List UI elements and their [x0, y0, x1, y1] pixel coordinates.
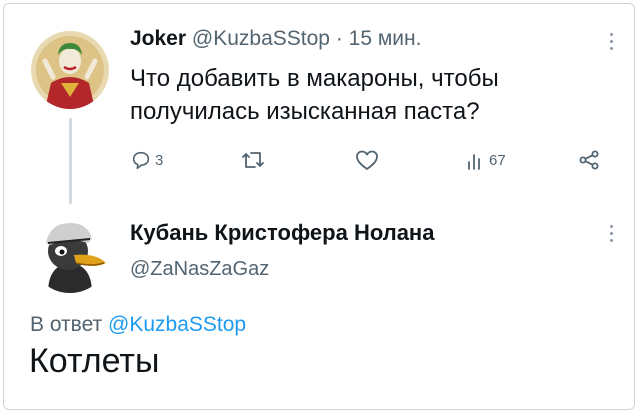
tweet2-text: Котлеты [29, 342, 160, 380]
reply-prefix: В ответ [30, 313, 103, 336]
views-button[interactable]: 67 [466, 146, 506, 174]
tweet1-handle[interactable]: @KuzbaSStop [192, 27, 330, 50]
reply-to-link[interactable]: @KuzbaSStop [108, 313, 246, 336]
reply-icon [130, 149, 152, 171]
reply-count: 3 [155, 151, 164, 169]
retweet-icon [240, 149, 266, 171]
like-button[interactable] [355, 146, 382, 174]
share-icon [577, 149, 601, 171]
views-count: 67 [489, 151, 506, 169]
duck-avatar-icon[interactable] [30, 213, 110, 293]
tweet1-separator: · [335, 27, 343, 50]
tweet1-more-icon[interactable] [609, 33, 615, 53]
heart-icon [355, 149, 379, 171]
tweet1-time[interactable]: 15 мин. [349, 27, 422, 50]
tweet1-header: Joker @KuzbaSStop · 15 мин. [130, 27, 421, 51]
tweet2-handle[interactable]: @ZaNasZaGaz [130, 258, 269, 281]
tweet1-text: Что добавить в макароны, чтобы получилас… [130, 65, 499, 125]
joker-avatar-icon[interactable] [31, 31, 109, 109]
bar-chart-icon [466, 149, 486, 171]
tweet1-author-name[interactable]: Joker [130, 27, 186, 50]
reply-to-line: В ответ @KuzbaSStop [30, 313, 246, 337]
share-button[interactable] [577, 146, 601, 174]
tweet2-author-name[interactable]: Кубань Кристофера Нолана [130, 220, 434, 246]
tweet1-actions: 3 67 [130, 146, 610, 174]
retweet-button[interactable] [240, 146, 269, 174]
thread-connector-line [69, 118, 72, 204]
reply-button[interactable]: 3 [130, 146, 163, 174]
tweet2-more-icon[interactable] [609, 225, 615, 245]
